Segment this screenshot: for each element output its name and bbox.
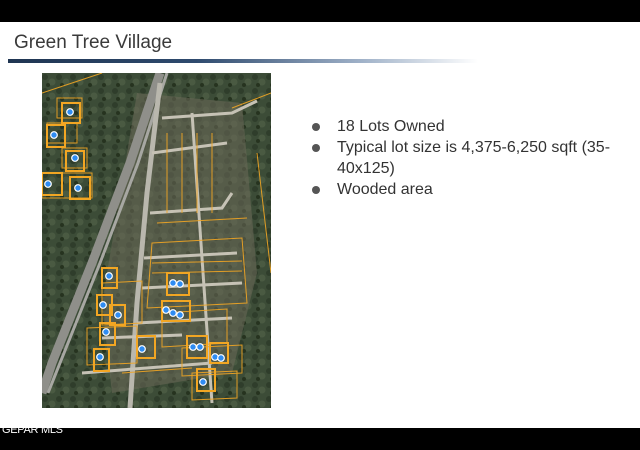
bullet-text: 18 Lots Owned <box>337 118 445 135</box>
bullet-list: 18 Lots Owned Typical lot size is 4,375-… <box>312 116 612 200</box>
bullet-item: Typical lot size is 4,375-6,250 sqft (35… <box>312 137 612 179</box>
bullet-dot-icon <box>312 123 320 131</box>
bullet-text: Typical lot size is 4,375-6,250 sqft (35… <box>337 139 611 177</box>
lot-marker <box>74 184 82 192</box>
lot-marker <box>217 354 225 362</box>
lot-marker <box>199 378 207 386</box>
lot-marker <box>71 154 79 162</box>
lot-marker <box>50 131 58 139</box>
lot-marker <box>176 280 184 288</box>
mls-watermark: GEPAR MLS <box>2 424 63 436</box>
lot-marker <box>96 353 104 361</box>
lot-marker <box>114 311 122 319</box>
slide: Green Tree Village 18 Lots Owned Typical… <box>0 22 640 428</box>
lot-marker <box>66 108 74 116</box>
lot-marker <box>99 301 107 309</box>
lot-marker <box>162 306 170 314</box>
title-underline <box>8 59 478 63</box>
lot-marker <box>189 343 197 351</box>
bullet-dot-icon <box>312 144 320 152</box>
map-svg <box>42 73 271 408</box>
lot-marker <box>176 311 184 319</box>
lot-marker <box>169 279 177 287</box>
bullet-dot-icon <box>312 186 320 194</box>
bullet-text: Wooded area <box>337 181 433 198</box>
lot-marker <box>196 343 204 351</box>
lot-marker <box>169 309 177 317</box>
lot-marker <box>102 328 110 336</box>
lot-marker <box>105 272 113 280</box>
lot-marker <box>44 180 52 188</box>
bullet-item: Wooded area <box>312 179 612 200</box>
lot-marker <box>138 345 146 353</box>
bullet-item: 18 Lots Owned <box>312 116 612 137</box>
slide-title: Green Tree Village <box>14 32 173 53</box>
aerial-parcel-map <box>42 73 271 408</box>
